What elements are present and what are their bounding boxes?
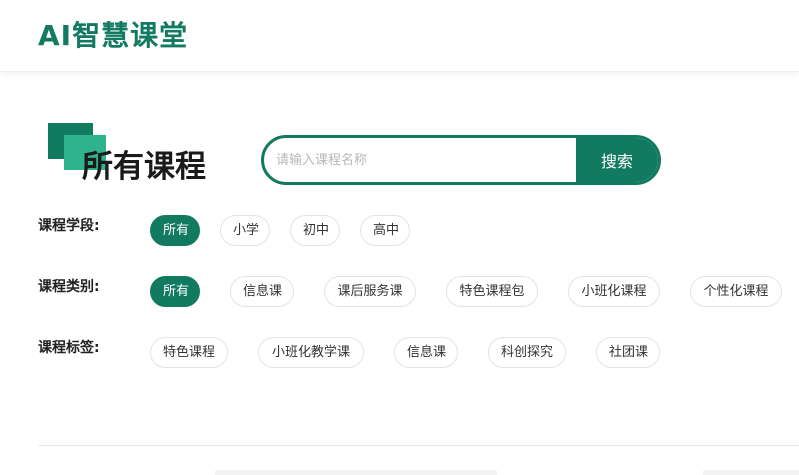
- chip-tag-club[interactable]: 社团课: [596, 337, 660, 368]
- chip-tag-small-class-teaching[interactable]: 小班化教学课: [258, 337, 364, 368]
- chip-tag-special[interactable]: 特色课程: [150, 337, 228, 368]
- filter-label-category: 课程类别:: [38, 279, 100, 295]
- app-logo[interactable]: AI智慧课堂: [38, 14, 188, 54]
- page-title-block: 所有课程: [48, 123, 228, 185]
- chip-category-info[interactable]: 信息课: [230, 276, 294, 307]
- chip-category-small-class[interactable]: 小班化课程: [568, 276, 660, 307]
- filter-row-stage: 课程学段: 所有 小学 初中 高中: [38, 215, 799, 247]
- chip-tag-info[interactable]: 信息课: [394, 337, 458, 368]
- chip-stage-primary[interactable]: 小学: [220, 215, 270, 246]
- chip-category-afterschool[interactable]: 课后服务课: [324, 276, 416, 307]
- chip-stage-senior[interactable]: 高中: [360, 215, 410, 246]
- search-input[interactable]: [264, 138, 576, 182]
- chip-stage-junior[interactable]: 初中: [290, 215, 340, 246]
- filter-row-category: 课程类别: 所有 信息课 课后服务课 特色课程包 小班化课程 个性化课程: [38, 276, 799, 308]
- filter-label-tag: 课程标签:: [38, 340, 100, 356]
- search-bar: 搜索: [261, 135, 661, 185]
- chip-category-personalized[interactable]: 个性化课程: [690, 276, 782, 307]
- filter-label-stage: 课程学段:: [38, 218, 100, 234]
- course-card-stub: [215, 470, 497, 475]
- chip-tag-stem[interactable]: 科创探究: [488, 337, 566, 368]
- section-divider: [38, 445, 799, 446]
- page-title: 所有课程: [82, 149, 206, 185]
- chip-category-all[interactable]: 所有: [150, 276, 200, 307]
- course-card-stub: [703, 470, 799, 475]
- chip-category-special-pack[interactable]: 特色课程包: [446, 276, 538, 307]
- top-header: AI智慧课堂: [0, 0, 799, 72]
- chip-stage-all[interactable]: 所有: [150, 215, 200, 246]
- search-button[interactable]: 搜索: [576, 138, 658, 182]
- filter-row-tag: 课程标签: 特色课程 小班化教学课 信息课 科创探究 社团课: [38, 337, 799, 369]
